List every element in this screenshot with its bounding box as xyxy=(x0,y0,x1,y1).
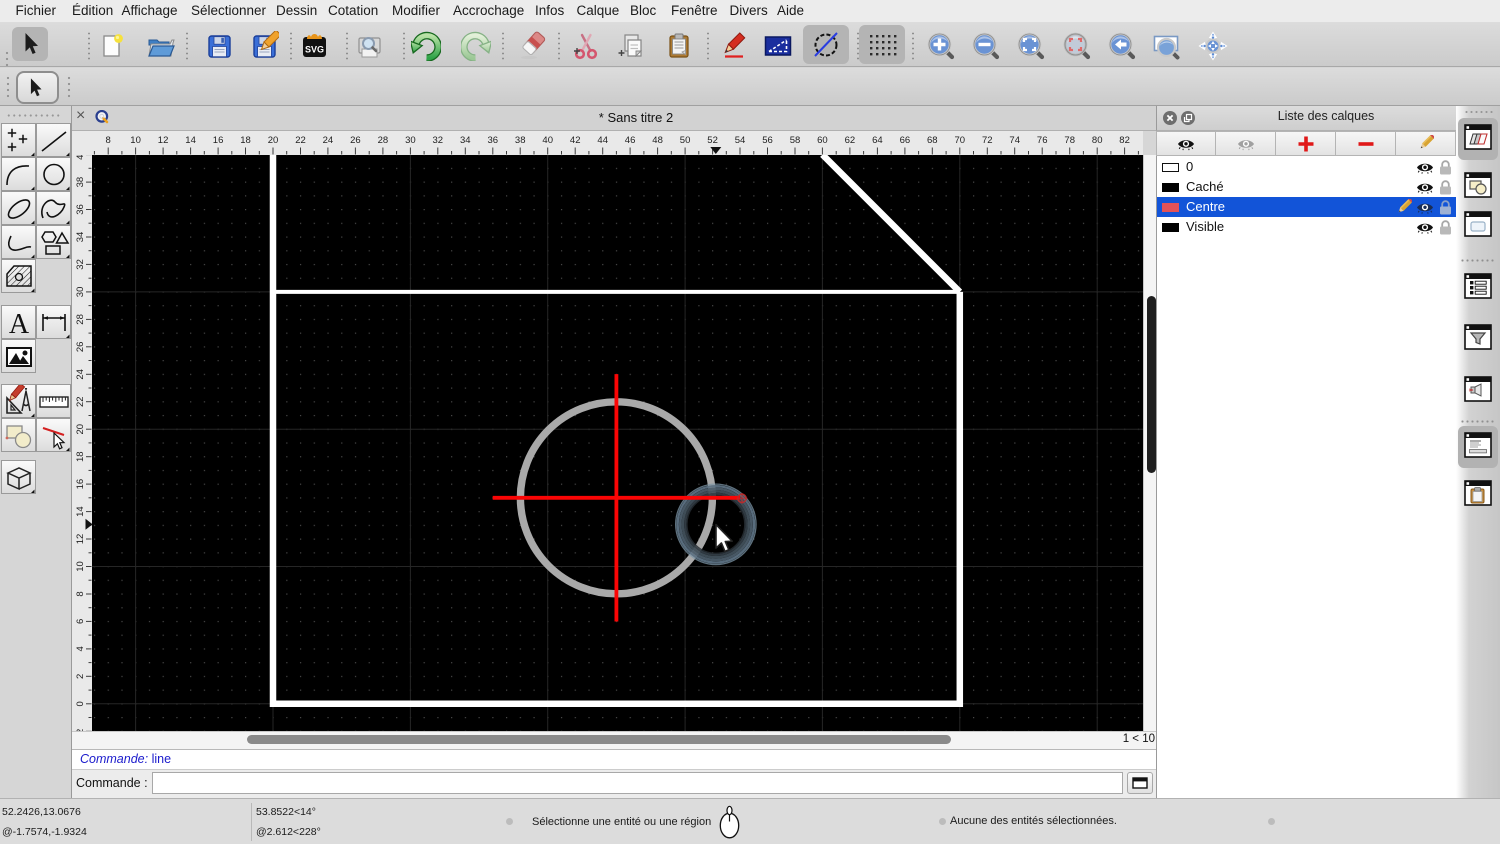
svg-text:SVG: SVG xyxy=(305,45,324,55)
svg-text:40: 40 xyxy=(542,135,553,146)
svg-text:54: 54 xyxy=(735,135,746,146)
svg-text:12: 12 xyxy=(158,135,169,146)
svg-text:22: 22 xyxy=(75,396,86,407)
svg-text:32: 32 xyxy=(75,259,86,270)
svg-text:24: 24 xyxy=(75,369,86,380)
svg-text:8: 8 xyxy=(106,135,111,146)
svg-text:14: 14 xyxy=(185,135,196,146)
svg-text:58: 58 xyxy=(790,135,801,146)
svg-text:80: 80 xyxy=(1092,135,1103,146)
svg-text:50: 50 xyxy=(680,135,691,146)
svg-text:32: 32 xyxy=(433,135,444,146)
svg-text:28: 28 xyxy=(378,135,389,146)
svg-text:40: 40 xyxy=(75,155,86,160)
svg-text:56: 56 xyxy=(762,135,773,146)
svg-text:38: 38 xyxy=(75,177,86,188)
svg-text:64: 64 xyxy=(872,135,883,146)
svg-text:16: 16 xyxy=(213,135,224,146)
svg-text:46: 46 xyxy=(625,135,636,146)
svg-text:42: 42 xyxy=(570,135,581,146)
svg-text:36: 36 xyxy=(488,135,499,146)
svg-text:A: A xyxy=(9,309,30,340)
svg-text:12: 12 xyxy=(75,534,86,545)
svg-text:6: 6 xyxy=(75,619,86,624)
svg-text:34: 34 xyxy=(75,232,86,243)
svg-text:22: 22 xyxy=(295,135,306,146)
svg-text:4: 4 xyxy=(75,646,86,651)
svg-text:76: 76 xyxy=(1037,135,1048,146)
svg-text:74: 74 xyxy=(1009,135,1020,146)
svg-text:18: 18 xyxy=(75,451,86,462)
svg-text:28: 28 xyxy=(75,314,86,325)
svg-text:24: 24 xyxy=(323,135,334,146)
svg-text:34: 34 xyxy=(460,135,471,146)
svg-text:60: 60 xyxy=(817,135,828,146)
svg-text:36: 36 xyxy=(75,204,86,215)
svg-text:20: 20 xyxy=(75,424,86,435)
svg-text:38: 38 xyxy=(515,135,526,146)
svg-text:82: 82 xyxy=(1119,135,1130,146)
svg-text:0: 0 xyxy=(75,701,86,706)
svg-text:2: 2 xyxy=(75,674,86,679)
svg-text:18: 18 xyxy=(240,135,251,146)
svg-text:20: 20 xyxy=(268,135,279,146)
svg-text:26: 26 xyxy=(75,342,86,353)
svg-text:68: 68 xyxy=(927,135,938,146)
svg-text:62: 62 xyxy=(845,135,856,146)
svg-text:16: 16 xyxy=(75,479,86,490)
svg-text:10: 10 xyxy=(75,561,86,572)
svg-text:10: 10 xyxy=(130,135,141,146)
svg-text:70: 70 xyxy=(955,135,966,146)
svg-text:44: 44 xyxy=(597,135,608,146)
svg-text:8: 8 xyxy=(75,591,86,596)
svg-text:30: 30 xyxy=(405,135,416,146)
svg-text:14: 14 xyxy=(75,506,86,517)
svg-text:48: 48 xyxy=(652,135,663,146)
svg-text:30: 30 xyxy=(75,287,86,298)
svg-text:78: 78 xyxy=(1064,135,1075,146)
svg-text:52: 52 xyxy=(707,135,718,146)
svg-text:26: 26 xyxy=(350,135,361,146)
svg-text:72: 72 xyxy=(982,135,993,146)
svg-text:66: 66 xyxy=(900,135,911,146)
